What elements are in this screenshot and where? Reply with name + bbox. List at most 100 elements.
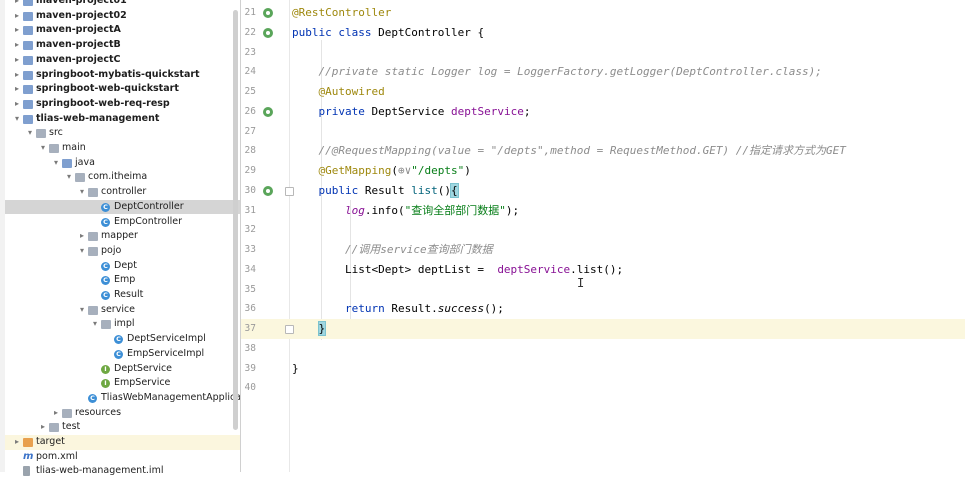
code-text: @RestController (292, 3, 391, 23)
code-line[interactable]: 31 log.info("查询全部部门数据"); (241, 201, 965, 221)
tree-item-pom-xml[interactable]: m pom.xml (5, 450, 240, 465)
chevron-down-icon[interactable]: ▾ (39, 141, 47, 156)
code-line[interactable]: 24 //private static Logger log = LoggerF… (241, 62, 965, 82)
tree-item-target[interactable]: ▸ target (5, 435, 240, 450)
chevron-down-icon[interactable]: ▾ (65, 170, 73, 185)
tree-item-pojo[interactable]: ▾ pojo (5, 244, 240, 259)
code-token: DeptController { (378, 25, 485, 39)
code-editor[interactable]: 21 @RestController 22 public class DeptCont… (241, 0, 965, 472)
bean-icon[interactable] (263, 8, 273, 18)
code-line[interactable]: 28 //@RequestMapping(value = "/depts",me… (241, 141, 965, 161)
tree-item-deptserviceimpl[interactable]: C DeptServiceImpl (5, 332, 240, 347)
tree-item-maven-project01[interactable]: ▸ maven-project01 (5, 0, 240, 9)
tree-item-impl[interactable]: ▾ impl (5, 317, 240, 332)
chevron-right-icon[interactable]: ▸ (13, 23, 21, 38)
chevron-right-icon[interactable]: ▸ (13, 9, 21, 24)
tree-item-tliaswebmanagementapplication[interactable]: C TliasWebManagementApplication (5, 391, 259, 406)
bean-icon[interactable] (263, 106, 273, 117)
code-line[interactable]: 38 (241, 339, 965, 359)
code-token: .info( (364, 203, 405, 217)
code-line[interactable]: 21 @RestController (241, 3, 965, 23)
code-token: //private static Logger log = LoggerFact… (318, 65, 822, 79)
bean-icon[interactable] (263, 185, 273, 196)
interface-icon: I (101, 364, 110, 374)
bean-icon[interactable] (263, 27, 273, 38)
tree-item-test[interactable]: ▸ test (5, 420, 240, 435)
code-line[interactable]: 23 (241, 43, 965, 63)
folder-icon (49, 144, 59, 153)
tree-item-maven-projecta[interactable]: ▸ maven-projectA (5, 23, 240, 38)
project-tree-scrollbar[interactable] (233, 10, 238, 430)
chevron-right-icon[interactable]: ▸ (39, 420, 47, 435)
tree-item-springboot-web-quickstart[interactable]: ▸ springboot-web-quickstart (5, 82, 240, 97)
spring-app-icon: C (88, 393, 97, 403)
tree-item-service[interactable]: ▾ service (5, 303, 240, 318)
chevron-right-icon[interactable]: ▸ (13, 82, 21, 97)
tree-item-main[interactable]: ▾ main (5, 141, 240, 156)
code-line[interactable]: 27 (241, 122, 965, 142)
code-line[interactable]: 37 } (241, 319, 965, 339)
chevron-down-icon[interactable]: ▾ (78, 303, 86, 318)
tree-item-deptservice[interactable]: I DeptService (5, 362, 240, 377)
tree-item-empservice[interactable]: I EmpService (5, 376, 240, 391)
chevron-down-icon[interactable]: ▾ (26, 126, 34, 141)
chevron-right-icon[interactable]: ▸ (13, 435, 21, 450)
chevron-right-icon[interactable]: ▸ (52, 406, 60, 421)
code-line[interactable]: 30 public Result list(){ (241, 181, 965, 201)
chevron-down-icon[interactable]: ▾ (78, 185, 86, 200)
code-token: Result (364, 183, 412, 197)
chevron-right-icon[interactable]: ▸ (13, 0, 21, 9)
chevron-right-icon[interactable]: ▸ (13, 38, 21, 53)
chevron-right-icon[interactable]: ▸ (78, 229, 86, 244)
code-text: //@RequestMapping(value = "/depts",metho… (292, 141, 846, 161)
chevron-right-icon[interactable]: ▸ (13, 53, 21, 68)
tree-item-java[interactable]: ▾ java (5, 156, 240, 171)
tree-item-dept[interactable]: C Dept (5, 259, 240, 274)
class-icon: C (114, 335, 123, 345)
code-token: } (292, 361, 299, 375)
code-line[interactable]: 34 List<Dept> deptList = deptService.lis… (241, 260, 965, 280)
line-number: 31 (244, 204, 256, 216)
chevron-down-icon[interactable]: ▾ (91, 317, 99, 332)
code-text: } (292, 319, 327, 339)
tree-item-resources[interactable]: ▸ resources (5, 406, 240, 421)
tree-item-result[interactable]: C Result (5, 288, 240, 303)
code-line[interactable]: 35 (241, 280, 965, 300)
code-line[interactable]: 25 @Autowired (241, 82, 965, 102)
code-token: class (338, 25, 379, 39)
code-token: @Autowired (318, 85, 385, 98)
chevron-right-icon[interactable]: ▸ (13, 68, 21, 83)
code-line[interactable]: 40 (241, 378, 965, 398)
chevron-down-icon[interactable]: ▾ (78, 244, 86, 259)
code-line[interactable]: 36 return Result.success(); (241, 299, 965, 319)
module-icon (23, 70, 33, 80)
code-line[interactable]: 26 private DeptService deptService; (241, 102, 965, 122)
tree-item-com-itheima[interactable]: ▾ com.itheima (5, 170, 240, 185)
tree-item-springboot-web-req-resp[interactable]: ▸ springboot-web-req-resp (5, 97, 240, 112)
chevron-down-icon[interactable]: ▾ (52, 156, 60, 171)
code-line[interactable]: 29 @GetMapping(⊕∨"/depts") (241, 161, 965, 181)
tree-item-maven-projectc[interactable]: ▸ maven-projectC (5, 53, 240, 68)
tree-item-mapper[interactable]: ▸ mapper (5, 229, 240, 244)
code-line[interactable]: 22 public class DeptController { (241, 23, 965, 43)
tree-item-emp[interactable]: C Emp (5, 273, 240, 288)
tree-item-maven-project02[interactable]: ▸ maven-project02 (5, 9, 240, 24)
tree-item-label: src (49, 127, 63, 139)
tree-item-src[interactable]: ▾ src (5, 126, 240, 141)
tree-item-springboot-mybatis-quickstart[interactable]: ▸ springboot-mybatis-quickstart (5, 68, 240, 83)
code-line[interactable]: 39} (241, 359, 965, 379)
chevron-down-icon[interactable]: ▾ (13, 112, 21, 127)
chevron-right-icon[interactable]: ▸ (13, 97, 21, 112)
tree-item-tlias-web-management[interactable]: ▾ tlias-web-management (5, 112, 240, 127)
line-number: 40 (244, 382, 256, 394)
tree-item-empserviceimpl[interactable]: C EmpServiceImpl (5, 347, 240, 362)
code-line[interactable]: 32 (241, 220, 965, 240)
module-icon (23, 114, 33, 124)
tree-item-controller[interactable]: ▾ controller (5, 185, 240, 200)
code-line[interactable]: 33 //调用service查询部门数据 (241, 240, 965, 260)
tree-item-empcontroller[interactable]: C EmpController (5, 215, 240, 230)
tree-item-deptcontroller[interactable]: C DeptController (5, 199, 240, 215)
tree-item-maven-projectb[interactable]: ▸ maven-projectB (5, 38, 240, 53)
